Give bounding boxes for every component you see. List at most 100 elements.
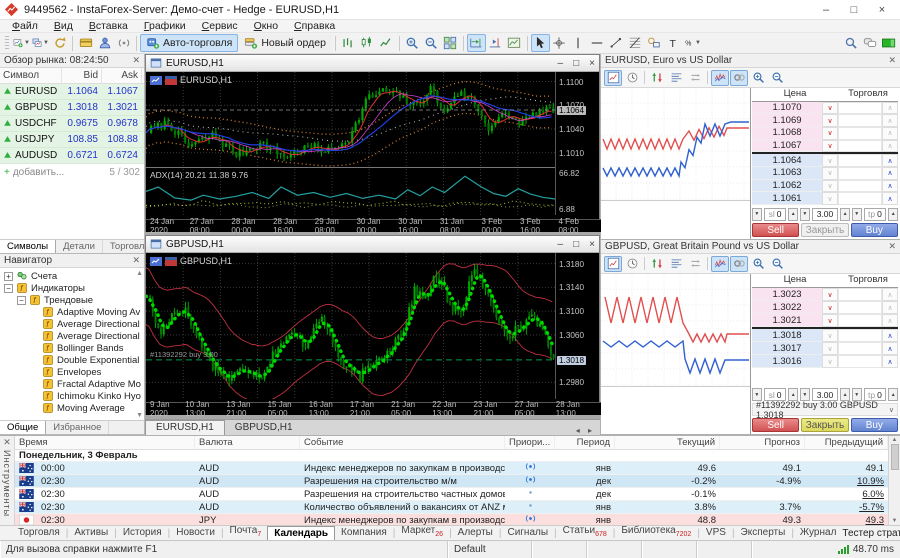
market-row-eurusd[interactable]: EURUSD1.10641.1067 <box>0 84 144 100</box>
bottom-tab-активы[interactable]: Активы <box>68 526 114 540</box>
chart-window-titlebar[interactable]: GBPUSD,H1–□× <box>146 236 599 253</box>
dom-history-button[interactable] <box>623 256 641 272</box>
close-button[interactable]: Закрыть <box>801 223 848 237</box>
minimize-icon[interactable]: – <box>558 239 564 250</box>
ladder-trade-cell[interactable] <box>838 154 882 167</box>
zoom-out-button[interactable] <box>768 256 786 272</box>
ladder-row[interactable]: 1.3018∨∧ <box>752 329 898 342</box>
close-icon[interactable]: ✕ <box>888 241 896 252</box>
zoom-in-button[interactable] <box>749 70 767 86</box>
close-button[interactable]: Закрыть <box>801 418 848 432</box>
close-icon[interactable]: ✕ <box>3 437 11 448</box>
bottom-tab-новости[interactable]: Новости <box>170 526 221 540</box>
broadcast-button[interactable] <box>114 34 133 52</box>
arrow-up-icon[interactable]: ∧ <box>882 301 898 314</box>
one-click-trading-icon[interactable] <box>150 257 162 266</box>
bottom-tab-календарь[interactable]: Календарь <box>267 526 335 541</box>
ladder-trade-cell[interactable] <box>838 329 882 342</box>
cursor-button[interactable] <box>531 34 550 52</box>
arrow-down-icon[interactable]: ∨ <box>822 342 838 355</box>
calendar-col-1[interactable]: Валюта <box>195 436 300 449</box>
menu-item-5[interactable]: Окно <box>246 20 286 32</box>
close-button[interactable]: × <box>868 1 896 19</box>
menu-item-1[interactable]: Вид <box>46 20 81 32</box>
scroll-up-icon[interactable]: ▲ <box>136 270 143 277</box>
menu-item-6[interactable]: Справка <box>286 20 343 32</box>
price-axis[interactable]: 1.31801.31401.31001.30601.29801.3018 <box>555 253 599 399</box>
bottom-tab-эксперты[interactable]: Эксперты <box>735 526 792 540</box>
zoom-out-button[interactable] <box>768 70 786 86</box>
calendar-col-3[interactable]: Приори... <box>505 436 555 449</box>
tab-scroll-arrows[interactable]: ◂ ▸ <box>576 426 600 435</box>
chart-tab-1[interactable]: GBPUSD,H1 <box>225 421 303 435</box>
sell-arrow-icon[interactable]: ∨ <box>822 140 838 153</box>
chart-area[interactable]: EURUSD,H1ADX(14) 20.21 11.38 9.761.11001… <box>146 72 599 232</box>
buy-arrow-icon[interactable]: ∧ <box>882 167 898 180</box>
ladder-trade-cell[interactable] <box>838 140 882 153</box>
price-axis[interactable]: 1.11001.10701.10401.10101.106466.826.88 <box>555 72 599 215</box>
market-row-gbpusd[interactable]: GBPUSD1.30181.3021 <box>0 100 144 116</box>
mw-col-bid[interactable]: Bid <box>62 68 102 83</box>
dom-history-button[interactable] <box>623 70 641 86</box>
dom-rings-button[interactable] <box>730 256 748 272</box>
templates-button[interactable] <box>505 34 524 52</box>
new-chart-button[interactable]: ▼ <box>12 34 31 52</box>
arrow-up-icon[interactable]: ∧ <box>882 114 898 127</box>
time-axis[interactable]: 9 Jan 202010 Jan 13:0013 Jan 21:0015 Jan… <box>146 402 601 415</box>
ladder-row[interactable]: 1.1062∨∧ <box>752 180 898 193</box>
ladder-trade-cell[interactable] <box>838 314 882 327</box>
arrow-up-icon[interactable]: ∧ <box>882 127 898 140</box>
ladder-row[interactable]: 1.3022∨∧ <box>752 301 898 314</box>
bottom-tab-история[interactable]: История <box>117 526 168 540</box>
arrow-down-icon[interactable]: ∨ <box>822 355 838 368</box>
navigator-item-7[interactable]: fDouble Exponential <box>0 354 144 366</box>
arrow-down-icon[interactable]: ∨ <box>822 167 838 180</box>
sell-arrow-icon[interactable]: ∨ <box>822 314 838 327</box>
market-watch-tab-2[interactable]: Торговля <box>103 240 144 253</box>
close-icon[interactable]: × <box>589 239 595 250</box>
bottom-tab-журнал[interactable]: Журнал <box>794 526 843 540</box>
dom-tick-button[interactable] <box>711 256 729 272</box>
new-order-button[interactable]: Новый ордер <box>238 34 332 52</box>
bottom-tab-компания[interactable]: Компания <box>335 526 393 540</box>
dom-rings-button[interactable] <box>730 70 748 86</box>
market-row-audusd[interactable]: AUDUSD0.67210.6724 <box>0 148 144 164</box>
chart-window-eurusd-h1[interactable]: EURUSD,H1–□×EURUSD,H1ADX(14) 20.21 11.38… <box>145 54 600 232</box>
stop-loss-field[interactable]: sl0 <box>764 208 787 221</box>
stop-loss-increment[interactable]: ▲ <box>788 208 798 221</box>
ladder-row[interactable]: 1.1063∨∧ <box>752 167 898 180</box>
ladder-trade-cell[interactable] <box>838 355 882 368</box>
buy-button[interactable]: Buy <box>851 223 898 237</box>
arrow-down-icon[interactable]: ∨ <box>822 329 838 342</box>
tile-button[interactable] <box>441 34 460 52</box>
calendar-col-0[interactable]: Время <box>15 436 195 449</box>
ladder-row[interactable]: 1.1064∨∧ <box>752 154 898 167</box>
auto-scroll-button[interactable] <box>467 34 486 52</box>
ladder-trade-cell[interactable] <box>838 192 882 205</box>
search-button[interactable] <box>841 34 860 52</box>
menu-item-3[interactable]: Графики <box>136 20 194 32</box>
bars-button[interactable] <box>339 34 358 52</box>
arrow-up-icon[interactable]: ∧ <box>882 140 898 153</box>
sell-arrow-icon[interactable]: ∨ <box>822 301 838 314</box>
dom-updown-button[interactable] <box>648 256 666 272</box>
auto-trading-button[interactable]: Авто-торговля <box>140 34 238 52</box>
chart-shift-button[interactable] <box>486 34 505 52</box>
buy-arrow-icon[interactable]: ∧ <box>882 154 898 167</box>
arrow-up-icon[interactable]: ∧ <box>882 102 898 115</box>
position-row[interactable]: #11392292 buy 3.00 GBPUSD 1.3018∨ <box>752 403 898 416</box>
close-icon[interactable]: ✕ <box>132 255 140 266</box>
zoom-out-button[interactable] <box>422 34 441 52</box>
chart-tab-0[interactable]: EURUSD,H1 <box>145 420 225 435</box>
dom-depth-button[interactable] <box>667 70 685 86</box>
payments-button[interactable] <box>76 34 95 52</box>
navigator-item-4[interactable]: fAverage Directional <box>0 318 144 330</box>
sell-arrow-icon[interactable]: ∨ <box>822 114 838 127</box>
arrow-down-icon[interactable]: ∨ <box>822 192 838 205</box>
ladder-trade-cell[interactable] <box>838 127 882 140</box>
crosshair-button[interactable] <box>550 34 569 52</box>
take-profit-increment[interactable]: ▲ <box>888 388 898 401</box>
ladder-trade-cell[interactable] <box>838 167 882 180</box>
navigator-item-8[interactable]: fEnvelopes <box>0 366 144 378</box>
dom-chart-button[interactable] <box>604 256 622 272</box>
